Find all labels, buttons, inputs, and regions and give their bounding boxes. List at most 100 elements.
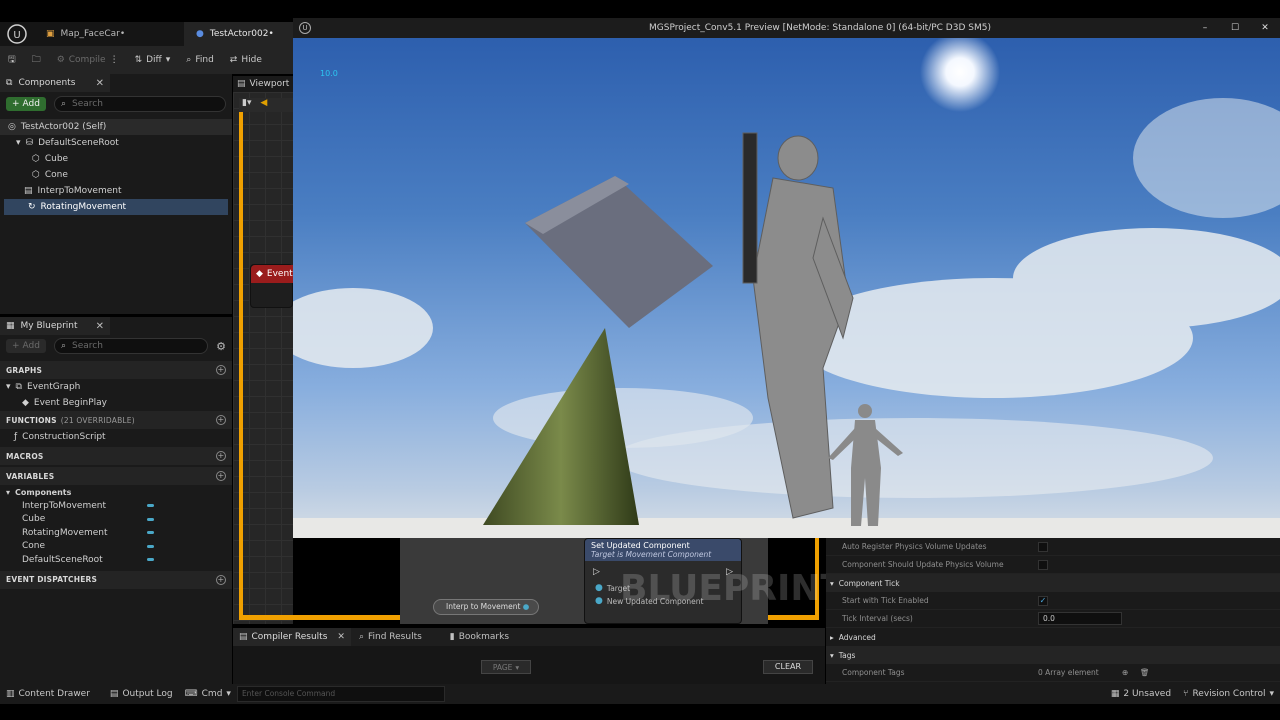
cmd-dropdown[interactable]: ⌨ Cmd ▾	[179, 684, 237, 704]
add-variable-icon[interactable]: +	[216, 471, 226, 481]
blueprint-toolbar: 🖫 🗀 ⚙ Compile ⋮ ⇅ Diff ▾ ⌕ Find ⇄ Hide	[0, 46, 300, 74]
close-icon[interactable]: ✕	[96, 78, 104, 89]
component-tick-section[interactable]: ▾ Component Tick	[826, 574, 1280, 592]
find-button[interactable]: ⌕ Find	[178, 46, 222, 74]
details-row-update-volume[interactable]: Component Should Update Physics Volume	[826, 556, 1280, 574]
graphs-header: GRAPHS	[6, 365, 43, 375]
tab-find-results[interactable]: ⌕ Find Results	[351, 632, 430, 642]
add-component-button[interactable]: + Add	[6, 97, 46, 111]
page-dropdown[interactable]: PAGE ▾	[481, 660, 531, 674]
search-icon: ⌕	[186, 55, 192, 65]
component-tree-self[interactable]: ◎ TestActor002 (Self)	[0, 119, 232, 135]
variable-row[interactable]: RotatingMovement	[0, 526, 232, 540]
clear-button[interactable]: CLEAR	[763, 660, 813, 674]
advanced-section[interactable]: ▸ Advanced	[826, 628, 1280, 646]
terminal-icon: ⌨	[184, 689, 198, 699]
component-tree-cube[interactable]: ⬡ Cube	[0, 151, 232, 167]
graphs-section[interactable]: GRAPHS +	[0, 361, 232, 379]
game-preview-viewport[interactable]: 10.0	[293, 38, 1280, 538]
viewport-tab[interactable]: ▤ Viewport	[233, 76, 293, 92]
compile-button[interactable]: ⚙ Compile ⋮	[49, 46, 127, 74]
function-icon: ƒ	[14, 432, 18, 442]
target-pin-icon[interactable]: ●	[595, 583, 603, 593]
construction-script-item[interactable]: ƒ ConstructionScript	[0, 429, 232, 445]
variables-section[interactable]: VARIABLES +	[0, 467, 232, 485]
bookmark-icon[interactable]: ▮▾	[239, 98, 251, 108]
event-node[interactable]: ◆ Event	[250, 264, 293, 308]
output-log-button[interactable]: ▤ Output Log	[104, 684, 179, 704]
component-tags-label: Component Tags	[842, 668, 905, 677]
output-pin-icon[interactable]: ●	[523, 602, 530, 611]
diff-label: Diff	[146, 55, 162, 65]
tags-section[interactable]: ▾ Tags	[826, 646, 1280, 664]
details-row-auto-register[interactable]: Auto Register Physics Volume Updates	[826, 538, 1280, 556]
auto-register-checkbox[interactable]	[1038, 541, 1048, 552]
minimize-icon[interactable]: –	[1190, 23, 1220, 33]
details-row-tick-interval[interactable]: Tick Interval (secs) 0.0	[826, 610, 1280, 628]
begin-play-item[interactable]: ◆ Event BeginPlay	[0, 395, 232, 411]
macros-section[interactable]: MACROS +	[0, 447, 232, 465]
close-icon[interactable]: ✕	[96, 321, 104, 332]
components-group[interactable]: ▾ Components	[0, 485, 232, 499]
component-tree-cone[interactable]: ⬡ Cone	[0, 167, 232, 183]
component-tree-interp[interactable]: ▤ InterpToMovement	[0, 183, 232, 199]
variable-row[interactable]: InterpToMovement	[0, 499, 232, 513]
add-member-button[interactable]: + Add	[6, 339, 46, 353]
functions-section[interactable]: FUNCTIONS (21 OVERRIDABLE) +	[0, 411, 232, 429]
blueprint-graph-bottom[interactable]: Set Updated Component Target is Movement…	[400, 538, 845, 624]
variable-label: DefaultSceneRoot	[22, 554, 103, 565]
update-volume-checkbox[interactable]	[1038, 559, 1048, 570]
details-row-component-tags[interactable]: Component Tags 0 Array element ⊕ 🗑	[826, 664, 1280, 682]
variable-row[interactable]: Cube	[0, 513, 232, 527]
browse-button[interactable]: 🗀	[24, 46, 49, 74]
event-graph-item[interactable]: ▾ ⧉ EventGraph	[0, 379, 232, 395]
revision-control-button[interactable]: ⑂ Revision Control ▾	[1177, 684, 1280, 704]
details-row-start-tick[interactable]: Start with Tick Enabled ✓	[826, 592, 1280, 610]
variable-row[interactable]: DefaultSceneRoot	[0, 553, 232, 567]
console-command-input[interactable]: Enter Console Command	[236, 686, 445, 702]
unsaved-button[interactable]: ▦ 2 Unsaved	[1105, 684, 1177, 704]
variable-row[interactable]: Cone	[0, 540, 232, 554]
component-tree-default-scene-root[interactable]: ▾ ⛁ DefaultSceneRoot	[0, 135, 232, 151]
new-component-pin-icon[interactable]: ●	[595, 596, 603, 606]
add-function-icon[interactable]: +	[216, 415, 226, 425]
chevron-down-icon[interactable]: ▾	[6, 382, 11, 392]
maximize-icon[interactable]: ☐	[1220, 23, 1250, 33]
chevron-down-icon: ▾	[830, 650, 834, 660]
tab-bookmarks[interactable]: ▮ Bookmarks	[430, 632, 529, 642]
exec-in-pin-icon[interactable]: ▷	[593, 567, 600, 577]
chevron-down-icon[interactable]: ▾	[16, 138, 21, 148]
component-tick-label: Component Tick	[838, 578, 900, 588]
gear-icon[interactable]: ⚙	[216, 340, 226, 353]
save-button[interactable]: 🖫	[0, 46, 24, 74]
close-icon[interactable]: ✕	[1250, 23, 1280, 33]
component-self-label: TestActor002 (Self)	[20, 122, 107, 132]
save-icon: 🖫	[8, 55, 16, 65]
content-drawer-button[interactable]: ▥ Content Drawer	[0, 684, 96, 704]
rotating-icon: ↻	[28, 202, 36, 212]
my-blueprint-search-input[interactable]: ⌕ Search	[53, 338, 209, 354]
add-macro-icon[interactable]: +	[216, 451, 226, 461]
back-arrow-icon[interactable]: ◀	[254, 98, 267, 108]
hide-button[interactable]: ⇄ Hide	[222, 46, 270, 74]
components-search-input[interactable]: ⌕ Search	[53, 96, 226, 112]
diff-button[interactable]: ⇅ Diff ▾	[127, 46, 179, 74]
add-element-icon[interactable]: ⊕	[1122, 668, 1128, 677]
start-tick-checkbox[interactable]: ✓	[1038, 595, 1048, 606]
interp-to-movement-node[interactable]: Interp to Movement ●	[433, 599, 539, 615]
add-graph-icon[interactable]: +	[216, 365, 226, 375]
close-icon[interactable]: ✕	[337, 632, 345, 642]
more-icon[interactable]: ⋮	[110, 55, 119, 65]
trash-icon[interactable]: 🗑	[1140, 668, 1150, 677]
component-tree-rotating[interactable]: ↻ RotatingMovement	[4, 199, 228, 215]
tab-map[interactable]: ▣ Map_FaceCar•	[34, 22, 184, 46]
event-dispatchers-section[interactable]: EVENT DISPATCHERS +	[0, 570, 232, 589]
chevron-down-icon[interactable]: ▾	[6, 488, 10, 497]
tick-interval-input[interactable]: 0.0	[1038, 612, 1122, 625]
compiler-results-label: Compiler Results	[251, 632, 328, 642]
tab-compiler-results[interactable]: ▤ Compiler Results ✕	[233, 628, 351, 646]
unreal-logo-icon[interactable]: U	[0, 22, 34, 46]
variable-label: Cube	[22, 514, 46, 525]
add-dispatcher-icon[interactable]: +	[216, 574, 226, 585]
tab-blueprint[interactable]: ● TestActor002•	[184, 22, 294, 46]
